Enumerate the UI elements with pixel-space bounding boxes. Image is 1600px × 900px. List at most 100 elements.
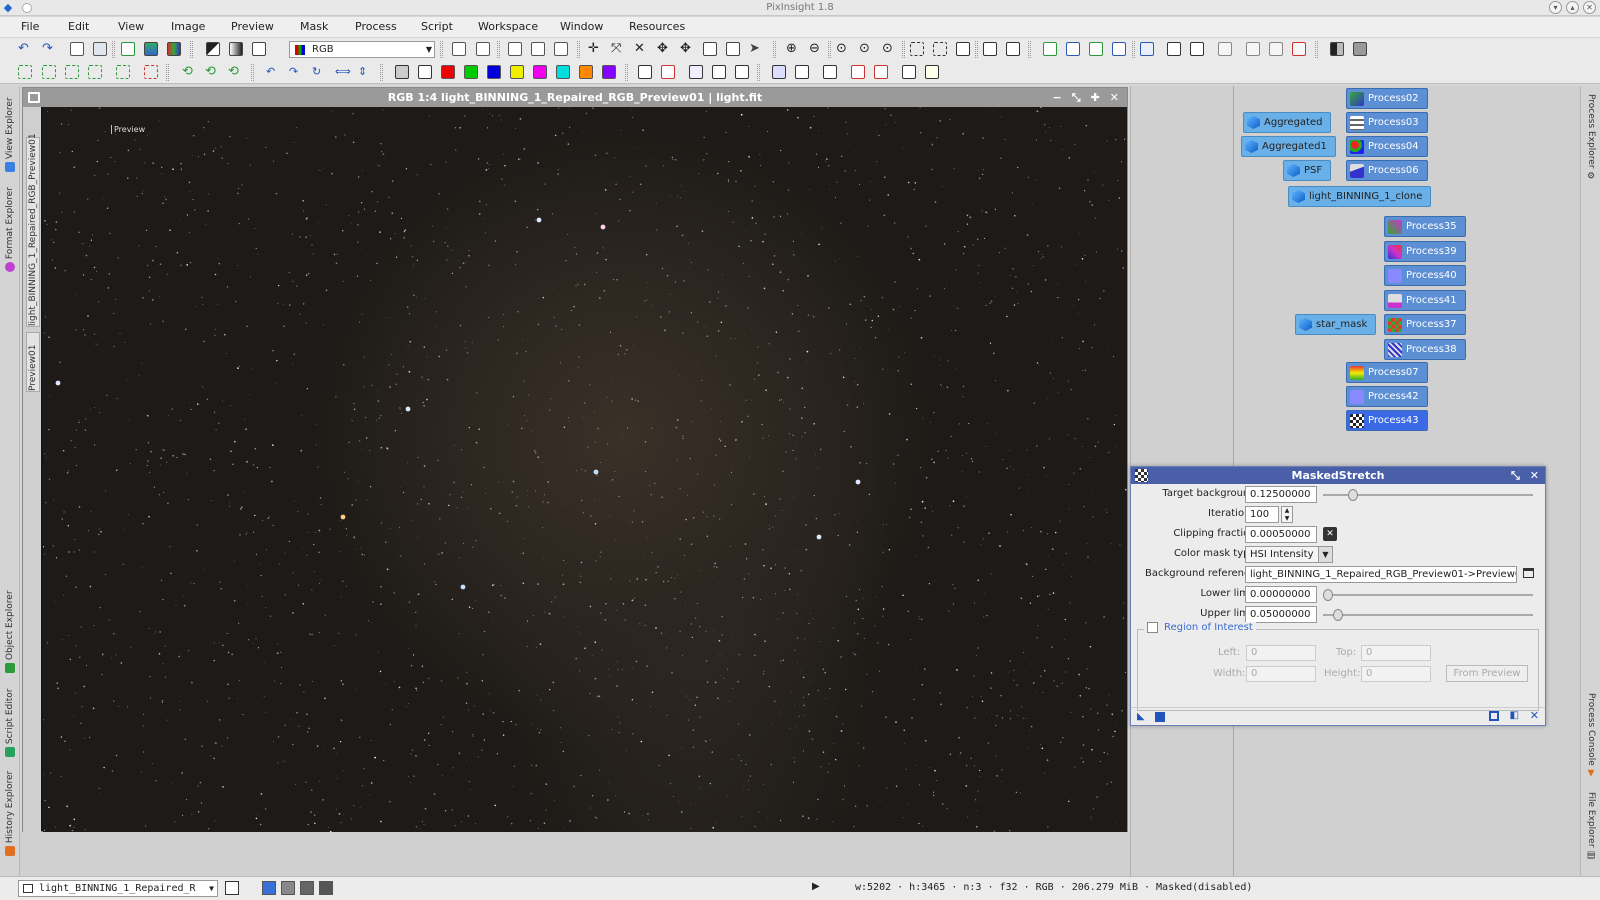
clear-icon[interactable]: ✕ [1323,527,1337,541]
instance-icon-psf[interactable]: PSF [1283,160,1332,181]
close-view-button[interactable]: ✕ [1110,88,1119,107]
tab-process-explorer[interactable]: Process Explorer ⚙ [1583,90,1599,186]
monitor-star-icon[interactable] [925,65,939,79]
new-image-icon[interactable] [70,42,84,56]
display-blue-icon[interactable] [319,881,333,895]
select-none-icon[interactable] [42,65,56,79]
fit-icon[interactable]: ⤧ [611,42,625,56]
display-green-icon[interactable] [300,881,314,895]
window-menu-button[interactable] [22,3,32,13]
new-view-icon[interactable] [121,42,135,56]
monitor-remove-icon[interactable] [851,65,865,79]
target-background-slider[interactable] [1323,489,1533,501]
menu-workspace[interactable]: Workspace [478,17,538,37]
tab-file-explorer[interactable]: File Explorer ▤ [1583,786,1599,866]
channel-yellow-icon[interactable] [510,65,524,79]
instance-icon-aggregated1[interactable]: Aggregated1 [1241,136,1336,157]
upper-limit-input[interactable]: 0.05000000 [1245,606,1317,623]
channel-violet-icon[interactable] [602,65,616,79]
menu-script[interactable]: Script [421,17,453,37]
window-icon[interactable] [956,42,970,56]
select-all-icon[interactable] [18,65,32,79]
select-invert-icon[interactable] [65,65,79,79]
fit-view-icon[interactable] [910,42,924,56]
history-forward-icon[interactable]: ⟲ [205,65,219,79]
channel-cyan-icon[interactable] [556,65,570,79]
screen-transfer-icon[interactable] [1330,42,1344,56]
from-preview-button[interactable]: From Preview [1446,665,1528,682]
display-rgb-icon[interactable] [262,881,276,895]
mask-hide-icon[interactable] [661,65,675,79]
color-space-select[interactable]: RGB ▼ [289,41,435,58]
monitor-icon[interactable] [772,65,786,79]
tab-preview01[interactable]: Preview01 [26,332,40,392]
tab-history-explorer[interactable]: History Explorer [2,770,18,860]
process-icon-07[interactable]: Process07 [1346,362,1428,383]
zoom-fit-icon[interactable]: ⊙ [859,42,873,56]
mirror-vertical-icon[interactable]: ⇕ [358,65,372,79]
process-icon-37[interactable]: Process37 [1384,314,1466,335]
image-canvas[interactable]: Preview [43,107,1127,832]
apply-global-icon[interactable] [1155,712,1165,722]
mask-icon[interactable] [252,42,266,56]
tab-format-explorer[interactable]: Format Explorer [2,184,18,280]
process-global-icon[interactable] [1112,42,1126,56]
console-icon[interactable] [1218,42,1232,56]
icons-delete-icon[interactable] [1292,42,1306,56]
rgb-channels-icon[interactable] [167,42,181,56]
process-icon-03[interactable]: Process03 [1346,112,1428,133]
cascade-icon[interactable] [1006,42,1020,56]
fit-window-icon[interactable] [933,42,947,56]
menu-file[interactable]: File [21,17,39,37]
mask-show-icon[interactable] [638,65,652,79]
menu-edit[interactable]: Edit [68,17,89,37]
process-icon-35[interactable]: Process35 [1384,216,1466,237]
maximize-window-button[interactable]: ▴ [1566,1,1579,14]
zoom-1-icon[interactable]: ⊙ [836,42,850,56]
zoom-optimal-icon[interactable]: ⊙ [882,42,896,56]
image-window[interactable]: RGB 1:4 light_BINNING_1_Repaired_RGB_Pre… [22,87,1128,832]
zoom-out-icon[interactable]: ⊖ [809,42,823,56]
roi-top-input[interactable]: 0 [1361,645,1431,661]
select-region-icon[interactable] [88,65,102,79]
slider-knob[interactable] [1348,489,1358,501]
channel-orange-icon[interactable] [579,65,593,79]
process-edit-icon[interactable] [1066,42,1080,56]
monitor-track-icon[interactable] [823,65,837,79]
menu-window[interactable]: Window [560,17,603,37]
mask-remove-icon[interactable] [735,65,749,79]
process-icon-43[interactable]: Process43 [1346,410,1428,431]
process-new-icon[interactable] [1043,42,1057,56]
preview-mode-icon[interactable] [1489,711,1499,721]
channel-lightness-icon[interactable] [418,65,432,79]
channel-rgb-icon[interactable] [395,65,409,79]
monitor-lock-icon[interactable] [795,65,809,79]
shade-dialog-button[interactable]: ⤡ [1511,467,1520,484]
play-icon[interactable]: ▶ [812,881,820,892]
script-icon[interactable] [1167,42,1181,56]
instance-icon-star-mask[interactable]: star_mask [1295,314,1377,335]
mirror-horizontal-icon[interactable]: ⟺ [335,65,351,79]
script-run-icon[interactable] [1190,42,1204,56]
dialog-titlebar[interactable]: MaskedStretch ⤡ ✕ [1131,467,1545,484]
slider-knob[interactable] [1323,589,1333,601]
process-icon-02[interactable]: Process02 [1346,88,1428,109]
view-mode-icon[interactable] [225,881,239,895]
menu-process[interactable]: Process [355,17,397,37]
history-icon[interactable]: ⟲ [182,65,196,79]
invert-icon[interactable] [206,42,220,56]
menu-mask[interactable]: Mask [300,17,328,37]
tile-icon[interactable] [983,42,997,56]
edit-mode-icon[interactable] [726,42,740,56]
select-view-icon[interactable] [1523,568,1534,578]
close-dialog-button[interactable]: ✕ [1530,467,1539,484]
reset-icon[interactable]: ✕ [1530,709,1539,722]
shade-view-button[interactable]: ⤡ [1072,88,1081,107]
process-icon-06[interactable]: Process06 [1346,160,1428,181]
channel-red-icon[interactable] [441,65,455,79]
history-clear-icon[interactable]: ⟲ [228,65,242,79]
rotate-right-icon[interactable]: ↷ [289,65,303,79]
display-red-icon[interactable] [281,881,295,895]
tab-view-explorer[interactable]: View Explorer [2,94,18,180]
crosshair-icon[interactable]: ✛ [588,42,602,56]
